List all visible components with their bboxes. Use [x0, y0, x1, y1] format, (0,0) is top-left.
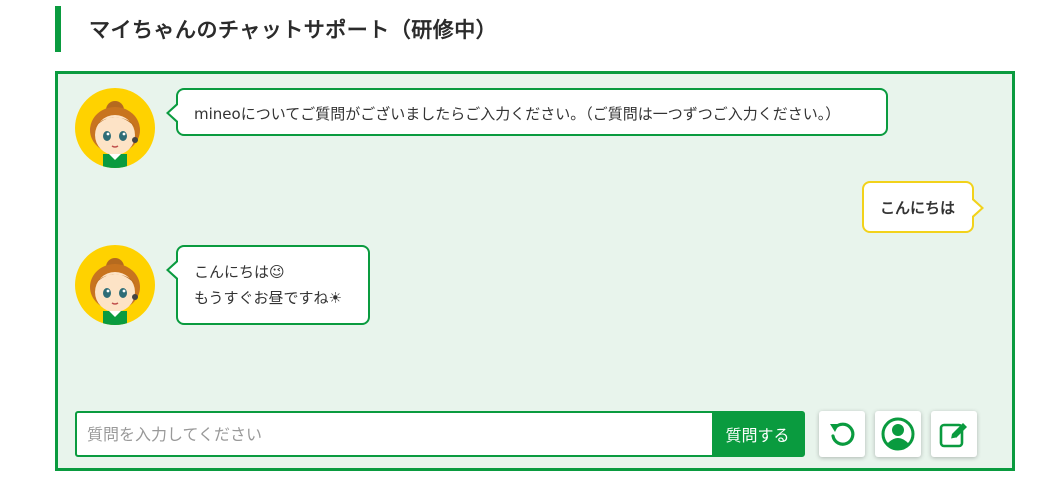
operator-button[interactable]	[875, 411, 921, 457]
question-form: 質問する	[75, 411, 805, 457]
user-circle-icon	[881, 417, 915, 451]
bot-message: mineoについてご質問がございましたらご入力ください。（ご質問は一つずつご入力…	[166, 88, 888, 136]
question-input[interactable]	[77, 413, 712, 455]
page-title: マイちゃんのチャットサポート（研修中）	[89, 18, 498, 42]
reset-button[interactable]	[819, 411, 865, 457]
edit-icon	[939, 423, 967, 448]
refresh-icon	[830, 422, 855, 446]
ask-button[interactable]: 質問する	[712, 413, 803, 455]
avatar-girl-icon	[90, 101, 140, 168]
message-line: mineoについてご質問がございましたらご入力ください。（ご質問は一つずつご入力…	[194, 105, 841, 123]
survey-button[interactable]	[931, 411, 977, 457]
bot-avatar	[75, 88, 155, 168]
bot-message: こんにちは😉 もうすぐお昼ですね☀	[166, 245, 370, 325]
user-message: こんにちは	[862, 181, 984, 233]
message-line: こんにちは😉	[194, 263, 285, 281]
avatar-girl-icon	[90, 258, 140, 325]
message-line: こんにちは	[880, 199, 956, 217]
chat-header: マイちゃんのチャットサポート（研修中）	[55, 6, 497, 52]
bot-avatar	[75, 245, 155, 325]
message-line: もうすぐお昼ですね☀	[194, 289, 342, 307]
chat-window: mineoについてご質問がございましたらご入力ください。（ご質問は一つずつご入力…	[55, 71, 1015, 471]
